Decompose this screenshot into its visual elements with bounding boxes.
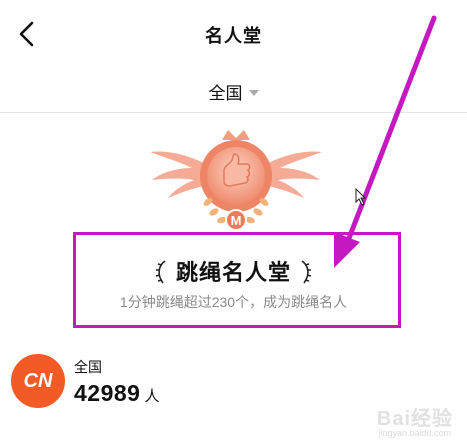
hall-title-row: 跳绳名人堂: [0, 255, 467, 287]
divider: [0, 112, 467, 113]
watermark: Bai经验 jingyan.baidu.com: [337, 402, 457, 442]
watermark-brand: Bai经验: [376, 408, 453, 430]
stat-label: 全国: [74, 359, 102, 375]
watermark-url: jingyan.baidu.com: [378, 428, 451, 438]
region-selector[interactable]: 全国: [0, 79, 467, 103]
right-wing-icon: [266, 151, 322, 198]
laurel-left-icon: [155, 260, 166, 284]
stat-unit: 人: [144, 388, 160, 405]
hall-title: 跳绳名人堂: [175, 260, 291, 285]
hall-of-fame-badge: M: [150, 130, 322, 231]
caret-down-icon: [248, 89, 259, 96]
mouse-cursor-icon: [355, 188, 367, 206]
medal-letter: M: [231, 213, 242, 228]
crown-icon: [222, 130, 250, 140]
app-header: 名人堂: [0, 0, 467, 70]
left-wing-icon: [150, 151, 206, 198]
stat-count: 42989: [74, 380, 141, 406]
hall-subtitle: 1分钟跳绳超过230个，成为跳绳名人: [119, 294, 348, 310]
laurel-right-icon: [301, 260, 312, 284]
stat-value-row: 42989 人: [74, 380, 160, 407]
page-title: 名人堂: [205, 26, 262, 46]
region-label: 全国: [208, 84, 243, 103]
country-avatar: CN: [11, 354, 65, 408]
